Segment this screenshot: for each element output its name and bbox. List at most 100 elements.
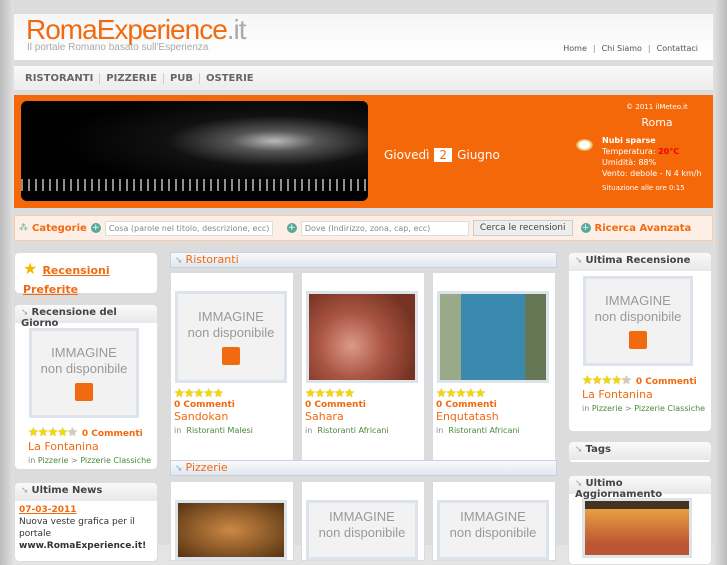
cloud-sun-icon	[576, 139, 593, 151]
wind: Vento: debole - N 4 km/h	[602, 169, 702, 178]
news-link[interactable]: www.RomaExperience.it!	[19, 540, 153, 552]
review-card: ★★★★★ 0 Commenti Sahara in Ristoranti Afric…	[301, 272, 425, 466]
news-text: Nuova veste grafica per il portale	[19, 517, 135, 539]
image-placeholder: IMMAGINE non disponibile	[29, 328, 139, 418]
rating-stars: ★★★★★	[436, 386, 486, 400]
meteo-updated: Situazione alle ore 0:15	[602, 184, 685, 192]
contattaci-link[interactable]: Contattaci	[657, 44, 698, 53]
comments-link[interactable]: 0 Commenti	[636, 377, 697, 387]
news-box: ➘ Ultime News 07-03-2011 Nuova veste graf…	[14, 482, 158, 562]
category-link[interactable]: Ristoranti Africani	[448, 426, 519, 435]
review-card: IMMAGINE non disponibile ★★★★★ 0 Commenti S…	[170, 272, 294, 466]
box-title: Ultime News	[31, 485, 103, 496]
arrow-icon: ➘	[21, 486, 29, 496]
rome-night-photo	[21, 101, 368, 201]
news-date[interactable]: 07-03-2011	[19, 504, 153, 516]
category-link[interactable]: Pizzerie	[592, 404, 623, 413]
categorie-link[interactable]: Categorie	[32, 223, 87, 234]
meteo-condition: Nubi sparse	[602, 136, 656, 145]
restaurant-photo[interactable]	[437, 291, 549, 383]
humidity: Umidità: 88%	[602, 158, 657, 167]
nav-pizzerie[interactable]: PIZZERIE	[100, 72, 164, 84]
restaurant-photo[interactable]	[582, 498, 692, 558]
advanced-search-link[interactable]: Ricerca Avanzata	[595, 223, 692, 234]
tags-box: ➘ Tags	[568, 441, 712, 463]
box-title: Ultima Recensione	[585, 255, 691, 266]
nav-pub[interactable]: PUB	[164, 72, 201, 84]
arrow-icon: ➘	[175, 256, 183, 266]
rating-stars: ★★★★★	[174, 386, 224, 400]
logo-text: RomaExperience	[26, 14, 228, 45]
review-title[interactable]: Enqutatash	[436, 410, 552, 423]
arrow-icon: ➘	[575, 445, 583, 455]
review-title[interactable]: Sandokan	[174, 410, 290, 423]
box-title: Tags	[585, 444, 611, 455]
nav-osterie[interactable]: OSTERIE	[200, 73, 260, 84]
main-nav: RISTORANTI PIZZERIE PUB OSTERIE	[14, 66, 713, 90]
rating-stars: ★★★★★	[28, 425, 78, 439]
section-header-pizzerie: ➘ Pizzerie	[170, 460, 557, 476]
nav-ristoranti[interactable]: RISTORANTI	[25, 72, 101, 84]
category-link[interactable]: Ristoranti Africani	[317, 426, 388, 435]
section-title[interactable]: Pizzerie	[186, 461, 228, 474]
image-placeholder: IMMAGINE non disponibile	[175, 291, 287, 383]
weather-widget: © 2011 ilMeteo.it Roma Nubi sparse Tempe…	[602, 103, 712, 192]
last-review-box: ➘ Ultima Recensione IMMAGINE non disponibi…	[568, 252, 712, 432]
plus-icon: +	[580, 223, 591, 233]
review-card	[170, 481, 294, 561]
arrow-icon: ➘	[575, 479, 583, 489]
rating-stars: ★★★★★	[582, 373, 632, 387]
image-placeholder: IMMAGINE non disponibile	[583, 276, 693, 366]
day: 2	[434, 148, 453, 162]
box-title: Recensione del Giorno	[21, 307, 117, 329]
temp-value: 20°C	[658, 147, 680, 156]
tagline: Il portale Romano basato sull'Esperienza	[27, 42, 209, 53]
arrow-icon: ➘	[175, 464, 183, 474]
current-date: Giovedì 2 Giugno	[384, 148, 500, 162]
search-bar: ⁂ Categorie + Cosa (parole nel titolo, d…	[14, 215, 713, 241]
arrow-icon: ➘	[575, 256, 583, 266]
sitemap-icon: ⁂	[19, 223, 28, 233]
chi-siamo-link[interactable]: Chi Siamo	[602, 44, 642, 53]
temp-label: Temperatura:	[602, 147, 656, 156]
logo-tld: .it	[226, 14, 247, 45]
plus-icon[interactable]: +	[286, 223, 297, 233]
review-title[interactable]: Sahara	[305, 410, 421, 423]
what-input[interactable]: Cosa (parole nel titolo, descrizione, ec…	[104, 220, 273, 236]
where-input[interactable]: Dove (Indirizzo, zona, cap, ecc)	[300, 220, 469, 236]
review-title[interactable]: La Fontanina	[569, 388, 711, 401]
section-header-ristoranti: ➘ Ristoranti	[170, 252, 557, 268]
review-title[interactable]: La Fontanina	[15, 440, 157, 453]
favorites-box: ★ Recensioni Preferite	[14, 252, 158, 296]
meteo-city: Roma	[641, 116, 673, 129]
restaurant-photo[interactable]	[175, 500, 287, 560]
meteo-credit[interactable]: © 2011 ilMeteo.it	[602, 103, 712, 111]
plus-icon[interactable]: +	[90, 223, 101, 233]
comments-link[interactable]: 0 Commenti	[436, 400, 552, 410]
top-links: Home | Chi Siamo | Contattaci	[563, 44, 698, 53]
section-title[interactable]: Ristoranti	[186, 253, 239, 266]
review-card: IMMAGINE non disponibile	[301, 481, 425, 561]
image-placeholder: IMMAGINE non disponibile	[306, 500, 418, 560]
month: Giugno	[457, 148, 500, 162]
star-icon: ★	[23, 259, 38, 278]
review-of-day-box: ➘ Recensione del Giorno IMMAGINE non dispo…	[14, 304, 158, 470]
comments-link[interactable]: 0 Commenti	[174, 400, 290, 410]
category-link[interactable]: Ristoranti Malesi	[186, 426, 252, 435]
comments-link[interactable]: 0 Commenti	[305, 400, 421, 410]
subcategory-link[interactable]: Pizzerie Classiche	[80, 456, 151, 465]
subcategory-link[interactable]: Pizzerie Classiche	[634, 404, 705, 413]
last-update-box: ➘ Ultimo Aggiornamento	[568, 475, 712, 565]
box-title: Ultimo Aggiornamento	[575, 478, 663, 500]
review-card: ★★★★★ 0 Commenti Enqutatash in Ristoranti A…	[432, 272, 556, 466]
review-card: IMMAGINE non disponibile	[432, 481, 556, 561]
weekday: Giovedì	[384, 148, 430, 162]
home-link[interactable]: Home	[563, 44, 587, 53]
rating-stars: ★★★★★	[305, 386, 355, 400]
comments-link[interactable]: 0 Commenti	[82, 429, 143, 439]
image-placeholder: IMMAGINE non disponibile	[437, 500, 549, 560]
category-link[interactable]: Pizzerie	[38, 456, 69, 465]
restaurant-photo[interactable]	[306, 291, 418, 383]
search-button[interactable]: Cerca le recensioni	[472, 220, 573, 236]
arrow-icon: ➘	[21, 308, 29, 318]
